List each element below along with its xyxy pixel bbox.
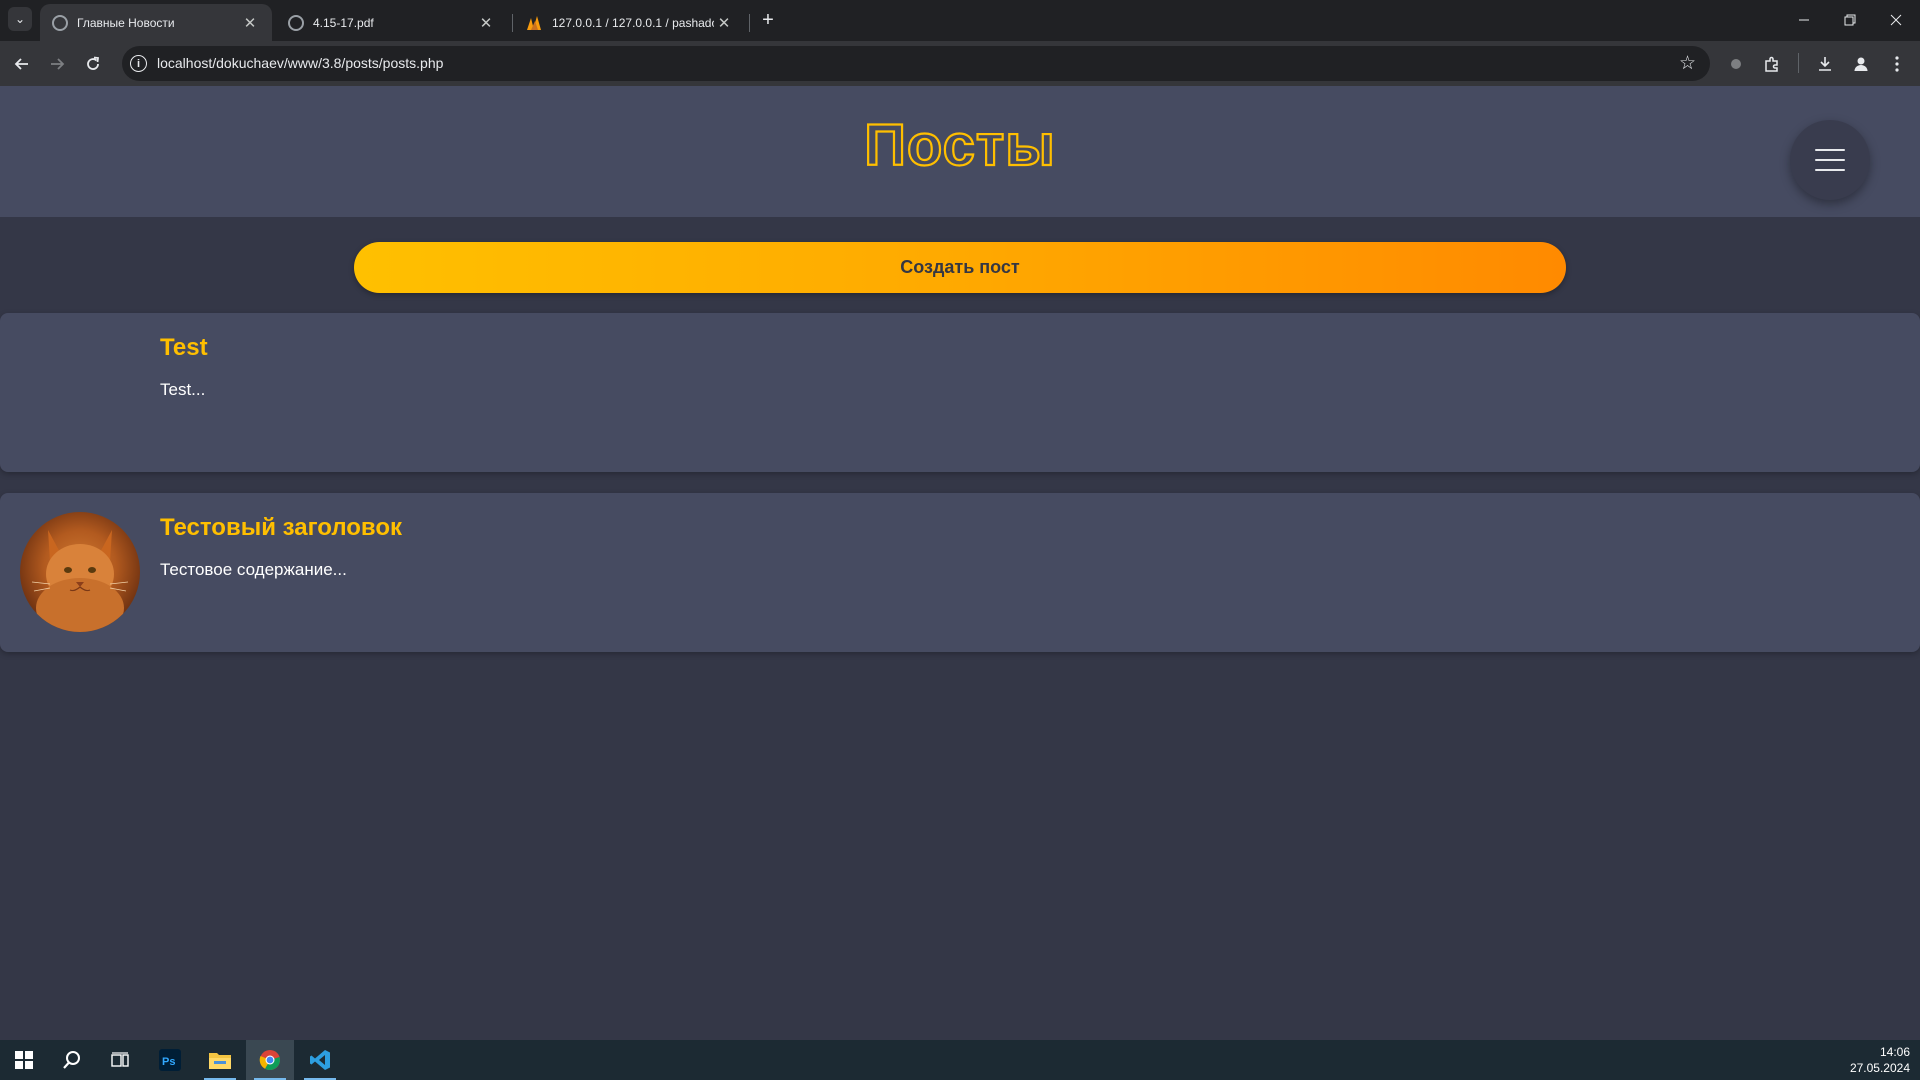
page-title: Посты (863, 112, 1056, 179)
tab-divider (512, 14, 513, 32)
restore-button[interactable] (1827, 0, 1873, 40)
task-view-icon[interactable] (96, 1040, 144, 1080)
tab-title: Главные Новости (77, 15, 175, 30)
tab-divider (749, 14, 750, 32)
menu-bar (1815, 149, 1845, 151)
page-content: Посты Создать пост Test Test... Тестовый… (0, 86, 1920, 1040)
post-card[interactable]: Test Test... (0, 313, 1920, 472)
search-icon[interactable] (48, 1040, 96, 1080)
vscode-icon[interactable] (296, 1040, 344, 1080)
globe-icon (288, 14, 304, 31)
browser-menu-icon[interactable] (1884, 51, 1910, 77)
menu-bar (1815, 169, 1845, 171)
start-icon[interactable] (0, 1040, 48, 1080)
clock-time: 14:06 (1879, 1045, 1910, 1059)
post-title[interactable]: Test (160, 334, 208, 362)
svg-text:Ps: Ps (162, 1056, 175, 1068)
reload-button[interactable] (80, 51, 106, 77)
globe-icon (52, 14, 68, 31)
tab-pdf[interactable]: 4.15-17.pdf ✕ (276, 4, 508, 41)
tab-title: 127.0.0.1 / 127.0.0.1 / pashadok (552, 15, 714, 30)
back-button[interactable] (9, 51, 35, 77)
menu-bar (1815, 159, 1845, 161)
download-icon[interactable] (1812, 51, 1838, 77)
post-card[interactable]: Тестовый заголовок Тестовое содержание..… (0, 493, 1920, 652)
address-bar[interactable]: i localhost/dokuchaev/www/3.8/posts/post… (122, 46, 1710, 81)
clock-date: 27.05.2024 (1849, 1061, 1910, 1075)
profile-icon[interactable] (1848, 51, 1874, 77)
tab-search-icon[interactable]: ⌄ (8, 7, 32, 31)
site-header: Посты (0, 86, 1920, 217)
tab-title: 4.15-17.pdf (313, 15, 374, 30)
post-title[interactable]: Тестовый заголовок (160, 514, 402, 542)
phpmyadmin-icon (526, 15, 544, 31)
create-post-button[interactable]: Создать пост (354, 242, 1566, 293)
forward-button[interactable] (44, 51, 70, 77)
bookmark-star-icon[interactable]: ☆ (1679, 52, 1696, 75)
browser-toolbar: i localhost/dokuchaev/www/3.8/posts/post… (0, 41, 1920, 86)
close-window-button[interactable] (1873, 0, 1919, 40)
url-text[interactable]: localhost/dokuchaev/www/3.8/posts/posts.… (157, 55, 443, 71)
tab-phpmyadmin[interactable]: 127.0.0.1 / 127.0.0.1 / pashadok ✕ (514, 4, 746, 41)
extension-badge-icon[interactable] (1723, 51, 1749, 77)
close-tab-icon[interactable]: ✕ (714, 14, 734, 32)
hamburger-menu-button[interactable] (1790, 120, 1870, 200)
system-clock[interactable]: 14:06 27.05.2024 (1850, 1044, 1910, 1076)
new-tab-button[interactable]: + (756, 8, 780, 32)
windows-taskbar: Ps 14:06 27.05.2024 (0, 1040, 1920, 1080)
tab-news[interactable]: Главные Новости ✕ (40, 4, 272, 41)
toolbar-divider (1798, 53, 1799, 73)
post-image-cat (20, 512, 140, 632)
browser-tab-strip: ⌄ Главные Новости ✕ 4.15-17.pdf ✕ 127.0.… (0, 0, 1920, 41)
photoshop-icon[interactable]: Ps (146, 1040, 194, 1080)
close-tab-icon[interactable]: ✕ (476, 14, 496, 32)
extensions-puzzle-icon[interactable] (1759, 51, 1785, 77)
file-explorer-icon[interactable] (196, 1040, 244, 1080)
minimize-button[interactable] (1781, 0, 1827, 40)
close-tab-icon[interactable]: ✕ (240, 14, 260, 32)
site-info-icon[interactable]: i (130, 55, 147, 72)
post-excerpt: Test... (160, 380, 206, 399)
chrome-icon[interactable] (246, 1040, 294, 1080)
post-excerpt: Тестовое содержание... (160, 560, 347, 579)
